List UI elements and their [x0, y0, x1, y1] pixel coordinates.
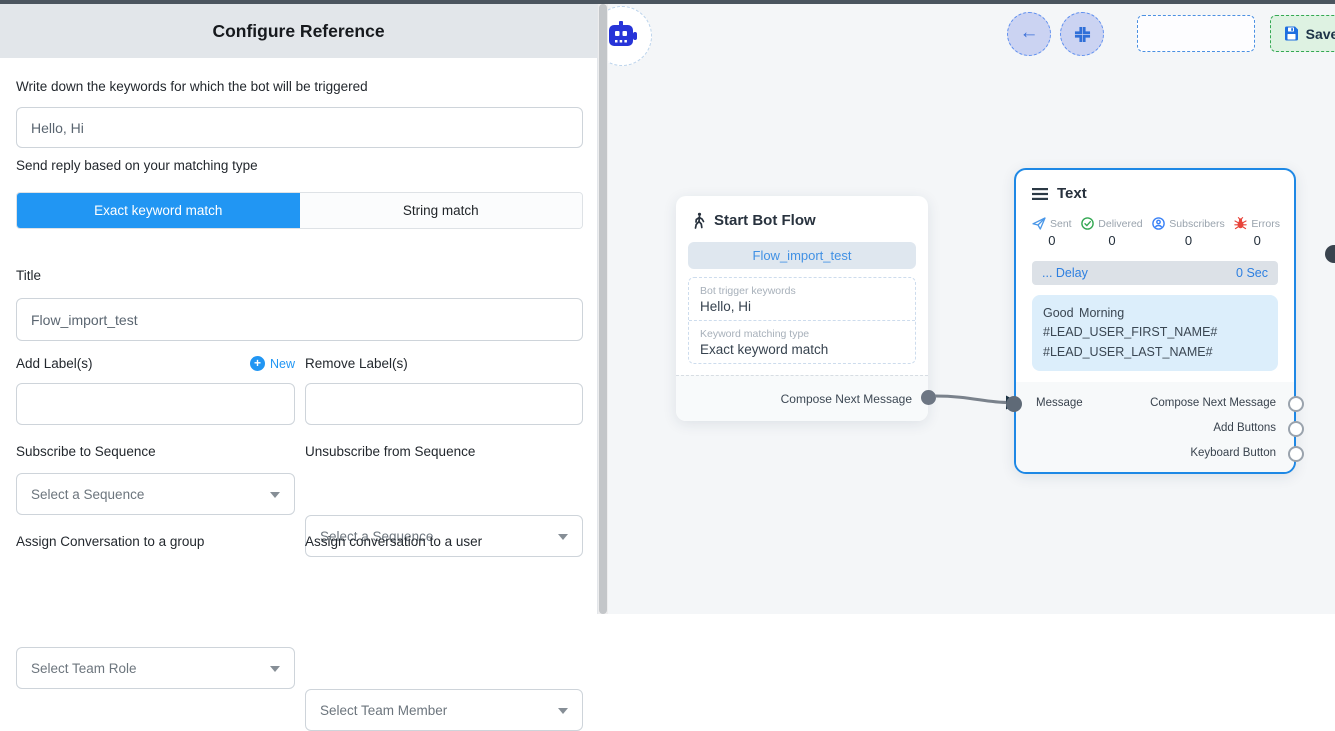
person-circle-icon — [1152, 217, 1165, 230]
keywords-input[interactable] — [16, 107, 583, 148]
bot-menu-button[interactable] — [608, 6, 652, 66]
flow-canvas[interactable]: ← Save Start Bot — [608, 0, 1335, 614]
matching-type-mini-label: Keyword matching type — [700, 328, 904, 340]
remove-labels-label: Remove Label(s) — [305, 356, 408, 371]
toolbar-ghost-button[interactable] — [1137, 15, 1255, 52]
message-input-port[interactable] — [1006, 396, 1022, 412]
scrollbar-thumb[interactable] — [599, 4, 607, 614]
unsubscribe-sequence-label: Unsubscribe from Sequence — [305, 444, 475, 459]
page-title: Configure Reference — [0, 4, 597, 58]
stat-delivered: Delivered 0 — [1081, 217, 1142, 248]
message-bubble[interactable]: Good Morning #LEAD_USER_FIRST_NAME# #LEA… — [1032, 295, 1278, 371]
save-button[interactable]: Save — [1270, 15, 1335, 52]
delay-setting[interactable]: ... Delay 0 Sec — [1032, 261, 1278, 285]
offscreen-port[interactable] — [1325, 245, 1335, 263]
message-input-label: Message — [1036, 397, 1083, 409]
title-input[interactable] — [16, 298, 583, 341]
chevron-down-icon — [558, 534, 568, 540]
trigger-config-box: Bot trigger keywords Hello, Hi Keyword m… — [688, 277, 916, 364]
assign-group-label: Assign Conversation to a group — [16, 534, 204, 549]
stats-row: Sent 0 Delivered 0 Subscribers — [1016, 202, 1294, 248]
matching-type-value: Exact keyword match — [700, 342, 904, 357]
save-icon — [1284, 26, 1299, 41]
window-top-edge — [0, 0, 1335, 4]
text-node-title: Text — [1057, 185, 1087, 202]
title-label: Title — [16, 268, 41, 283]
start-output-port[interactable] — [921, 390, 936, 405]
subscribe-sequence-label: Subscribe to Sequence — [16, 444, 156, 459]
walking-person-icon — [692, 212, 706, 229]
start-node-title: Start Bot Flow — [714, 212, 816, 229]
plus-icon: + — [250, 356, 265, 371]
start-node-footer: Compose Next Message — [676, 375, 928, 421]
output-add-buttons-label: Add Buttons — [1213, 422, 1276, 434]
chevron-down-icon — [270, 492, 280, 498]
matching-type-label: Send reply based on your matching type — [16, 158, 258, 173]
assign-user-select[interactable]: Select Team Member — [305, 689, 583, 731]
stat-errors: Errors 0 — [1234, 217, 1280, 248]
robot-icon — [608, 21, 638, 51]
output-keyboard-button-label: Keyboard Button — [1190, 447, 1276, 459]
compose-next-message-port[interactable] — [1288, 396, 1304, 412]
fit-view-button[interactable] — [1060, 12, 1104, 56]
stat-subscribers: Subscribers 0 — [1152, 217, 1224, 248]
configure-panel: Configure Reference Write down the keywo… — [0, 0, 598, 614]
assign-group-select[interactable]: Select Team Role — [16, 647, 295, 689]
assign-user-label: Assign conversation to a user — [305, 534, 482, 549]
subscribe-sequence-select[interactable]: Select a Sequence — [16, 473, 295, 515]
add-labels-input[interactable] — [16, 383, 295, 425]
add-buttons-port[interactable] — [1288, 421, 1304, 437]
compose-next-message-label: Compose Next Message — [781, 392, 912, 406]
chevron-down-icon — [270, 666, 280, 672]
paper-plane-icon — [1032, 217, 1046, 230]
flow-name-pill[interactable]: Flow_import_test — [688, 242, 916, 269]
panel-scrollbar[interactable] — [598, 4, 608, 614]
trigger-keywords-label: Bot trigger keywords — [700, 285, 904, 297]
tab-string-match[interactable]: String match — [300, 193, 583, 228]
check-circle-icon — [1081, 217, 1094, 230]
delay-value: 0 Sec — [1236, 266, 1268, 280]
remove-labels-input[interactable] — [305, 383, 583, 425]
delay-label: ... Delay — [1042, 266, 1088, 280]
chevron-down-icon — [558, 708, 568, 714]
start-bot-flow-node[interactable]: Start Bot Flow Flow_import_test Bot trig… — [676, 196, 928, 421]
drag-handle-icon[interactable] — [1032, 188, 1048, 200]
trigger-keywords-value: Hello, Hi — [700, 299, 904, 314]
compress-icon — [1074, 26, 1091, 43]
add-labels-label: Add Label(s) — [16, 356, 93, 371]
stat-sent: Sent 0 — [1032, 217, 1072, 248]
back-button[interactable]: ← — [1007, 12, 1051, 56]
bug-icon — [1234, 217, 1247, 230]
panel-header: Configure Reference — [0, 4, 597, 58]
tab-exact-keyword-match[interactable]: Exact keyword match — [17, 193, 300, 228]
keyboard-button-port[interactable] — [1288, 446, 1304, 462]
keywords-label: Write down the keywords for which the bo… — [16, 79, 368, 94]
arrow-left-icon: ← — [1020, 22, 1039, 44]
output-compose-next-message-label: Compose Next Message — [1150, 397, 1276, 409]
matching-type-tabs: Exact keyword match String match — [16, 192, 583, 229]
text-message-node[interactable]: Text Sent 0 Delivered 0 — [1014, 168, 1296, 474]
new-label-link[interactable]: + New — [250, 356, 295, 371]
